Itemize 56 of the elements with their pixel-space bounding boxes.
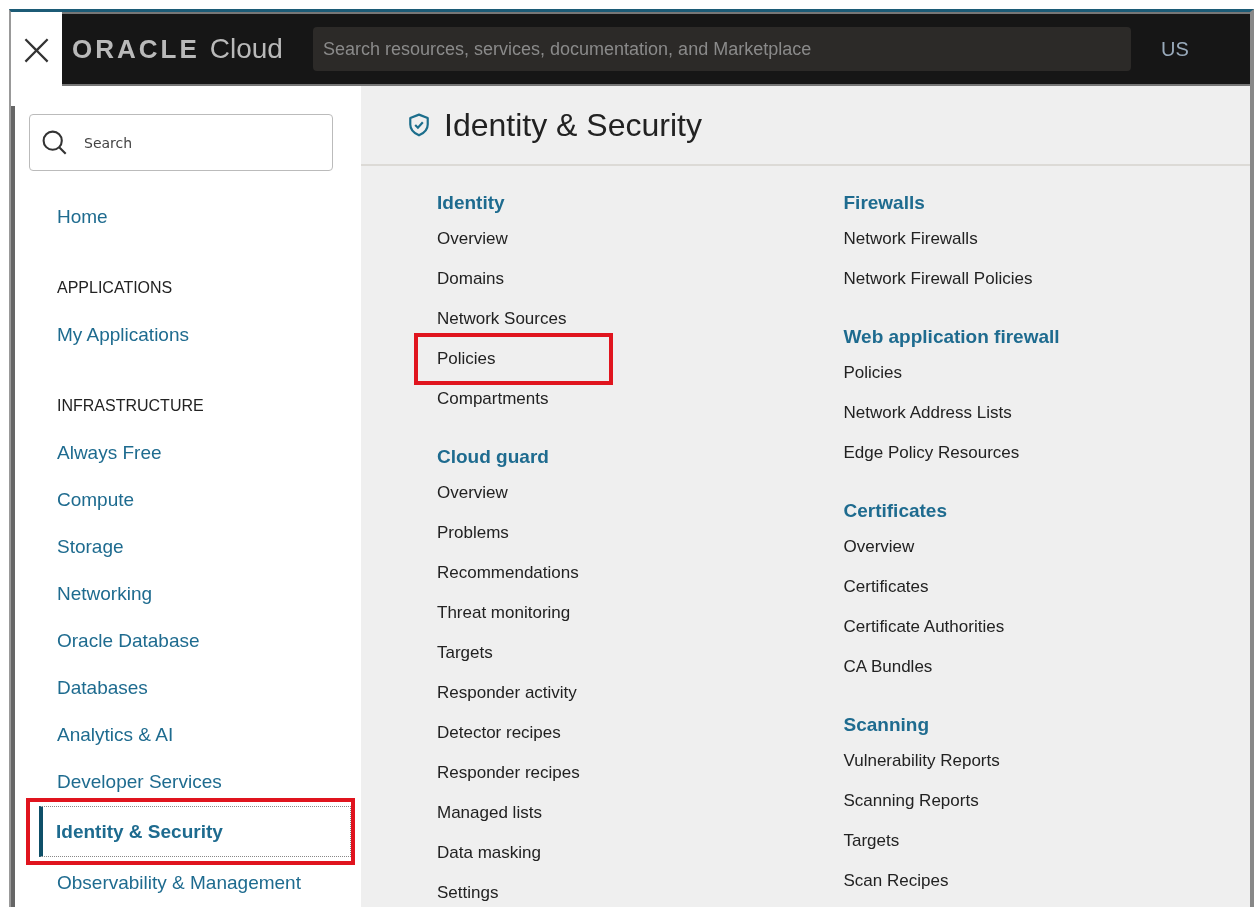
search-field[interactable]: Search resources, services, documentation, and Marketplace — [312, 27, 1131, 71]
shield-icon — [408, 113, 430, 137]
group-heading[interactable]: Identity — [437, 193, 505, 213]
section-heading: INFRASTRUCTURE — [57, 396, 205, 416]
sidebar-item[interactable]: Home — [57, 193, 361, 240]
menu-link[interactable]: Network Sources — [437, 309, 567, 329]
group-heading[interactable]: Web application firewall — [843, 327, 1060, 347]
menu-link[interactable]: Overview — [843, 537, 915, 557]
sidebar-item[interactable]: Databases — [57, 664, 361, 711]
menu-link[interactable]: Compartments — [437, 389, 549, 409]
menu-link[interactable]: Policies — [437, 349, 590, 369]
menu-link[interactable]: Recommendations — [437, 563, 579, 583]
menu-link[interactable]: Data masking — [437, 843, 541, 863]
sidebar-item[interactable]: My Applications — [57, 311, 361, 358]
menu-link[interactable]: Network Address Lists — [843, 403, 1012, 423]
sidebar-item[interactable]: Observability & Management — [57, 859, 361, 906]
menu-link[interactable]: Problems — [437, 523, 509, 543]
product-name: Cloud — [209, 33, 283, 65]
menu-link[interactable]: Threat monitoring — [437, 603, 571, 623]
sidebar-item[interactable]: Developer Services — [57, 758, 361, 805]
menu-link[interactable]: Targets — [843, 831, 900, 851]
menu-link[interactable]: Responder activity — [437, 683, 577, 703]
menu-link[interactable]: Vulnerability Reports — [843, 751, 1000, 771]
group-heading[interactable]: Cloud guard — [437, 447, 549, 467]
menu-link[interactable]: Overview — [437, 483, 508, 503]
brand-logo[interactable]: ORACLE — [72, 34, 200, 65]
group-heading[interactable]: Certificates — [843, 501, 947, 521]
menu-link[interactable]: Targets — [437, 643, 493, 663]
page-title: Identity & Security — [444, 106, 702, 144]
menu-link[interactable]: Edge Policy Resources — [843, 443, 1020, 463]
sidebar-item[interactable]: Identity & Security — [39, 806, 351, 857]
menu-link[interactable]: Managed lists — [437, 803, 542, 823]
section-heading: APPLICATIONS — [57, 278, 174, 298]
menu-link[interactable]: Certificates — [843, 577, 929, 597]
menu-link[interactable]: Certificate Authorities — [843, 617, 1005, 637]
group-heading[interactable]: Firewalls — [843, 193, 925, 213]
menu-link[interactable]: Settings — [437, 883, 499, 903]
sidebar-item[interactable]: Always Free — [57, 429, 361, 476]
menu-link[interactable]: Network Firewalls — [843, 229, 978, 249]
sidebar-item[interactable]: Storage — [57, 523, 361, 570]
menu-link[interactable]: CA Bundles — [843, 657, 933, 677]
menu-link[interactable]: Overview — [437, 229, 508, 249]
group-heading[interactable]: Scanning — [843, 715, 929, 735]
sidebar-item[interactable]: Compute — [57, 476, 361, 523]
menu-link[interactable]: Policies — [843, 363, 903, 383]
menu-link[interactable]: Domains — [437, 269, 505, 289]
search-field[interactable]: Search — [29, 114, 333, 171]
sidebar-item[interactable]: Oracle Database — [57, 617, 361, 664]
menu-link[interactable]: Scan Recipes — [843, 871, 949, 891]
menu-link[interactable]: Responder recipes — [437, 763, 580, 783]
sidebar-item[interactable]: Networking — [57, 570, 361, 617]
sidebar-item[interactable]: Analytics & AI — [57, 711, 361, 758]
menu-link[interactable]: Scanning Reports — [843, 791, 979, 811]
region-label[interactable]: US — [1160, 37, 1189, 61]
menu-link[interactable]: Network Firewall Policies — [843, 269, 1033, 289]
menu-link[interactable]: Detector recipes — [437, 723, 561, 743]
